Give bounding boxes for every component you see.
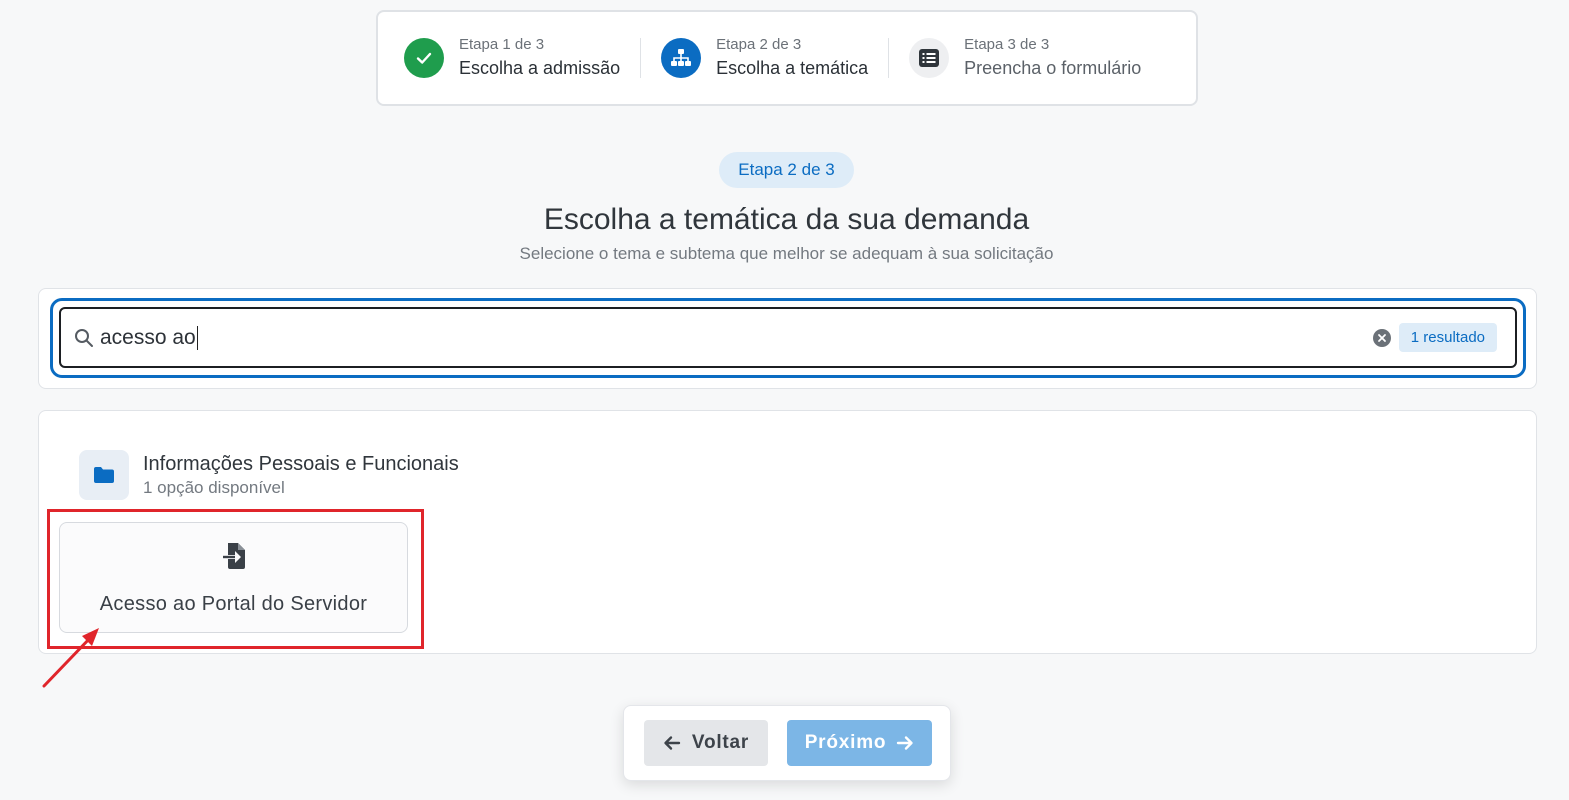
step-counter: Etapa 1 de 3 — [459, 36, 545, 53]
step-counter: Etapa 3 de 3 — [964, 36, 1050, 53]
step-label: Preencha o formulário — [964, 58, 1142, 78]
back-button-label: Voltar — [691, 732, 750, 753]
search-icon — [74, 328, 94, 348]
search-panel: acesso ao 1 resultado — [38, 288, 1537, 389]
page-title: Escolha a temática da sua demanda — [543, 203, 1030, 236]
group-count: 1 opção disponível — [143, 478, 285, 497]
step-divider — [640, 38, 642, 78]
sitemap-icon — [661, 38, 702, 78]
option-label: Acesso ao Portal do Servidor — [99, 593, 368, 615]
search-input-value: acesso ao — [100, 325, 196, 349]
results-panel: Informações Pessoais e Funcionais 1 opçã… — [38, 410, 1537, 654]
result-count-badge: 1 resultado — [1398, 323, 1497, 352]
search-input[interactable]: acesso ao — [100, 325, 1373, 350]
group-header: Informações Pessoais e Funcionais 1 opçã… — [79, 450, 459, 500]
search-focus-ring: acesso ao 1 resultado — [50, 298, 1526, 378]
next-button-label: Próximo — [804, 732, 887, 753]
search-field[interactable]: acesso ao 1 resultado — [59, 307, 1517, 368]
text-caret — [196, 325, 198, 350]
step-counter: Etapa 2 de 3 — [716, 36, 802, 53]
back-button[interactable]: Voltar — [644, 720, 768, 766]
step-1: Etapa 1 de 3 Escolha a admissão — [404, 36, 620, 80]
option-card[interactable]: Acesso ao Portal do Servidor — [59, 522, 408, 633]
step-label: Escolha a admissão — [459, 58, 621, 78]
step-label: Escolha a temática — [716, 58, 869, 78]
arrow-right-icon — [897, 736, 914, 750]
group-title: Informações Pessoais e Funcionais — [143, 453, 459, 475]
file-import-icon — [222, 542, 248, 575]
folder-icon — [79, 450, 129, 500]
stepper: Etapa 1 de 3 Escolha a admissão Etapa 2 … — [376, 10, 1198, 106]
step-pill: Etapa 2 de 3 — [719, 152, 854, 188]
step-divider — [888, 38, 890, 78]
step-2: Etapa 2 de 3 Escolha a temática — [661, 36, 868, 80]
nav-bar: Voltar Próximo — [623, 705, 951, 781]
arrow-left-icon — [664, 736, 681, 750]
page-subtitle: Selecione o tema e subtema que melhor se… — [519, 244, 1054, 263]
clear-icon[interactable] — [1372, 328, 1391, 347]
list-icon — [909, 38, 950, 78]
step-3: Etapa 3 de 3 Preencha o formulário — [909, 36, 1141, 80]
check-icon — [404, 38, 444, 78]
next-button[interactable]: Próximo — [787, 720, 932, 766]
